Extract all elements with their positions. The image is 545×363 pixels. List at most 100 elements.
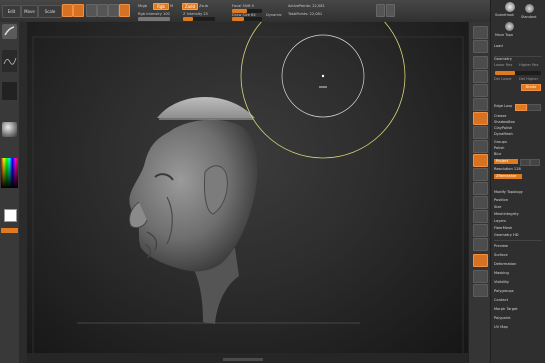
brush-icon[interactable] <box>2 24 17 39</box>
transp-icon[interactable] <box>376 4 385 17</box>
move-mode-icon[interactable] <box>86 4 97 17</box>
tray-item-deformation[interactable]: Deformation <box>494 262 542 267</box>
tray-item-opt-a[interactable] <box>494 182 508 187</box>
frame-icon[interactable] <box>473 168 488 181</box>
tray-item-project[interactable]: Project <box>494 159 518 164</box>
bpr-icon[interactable] <box>473 26 488 39</box>
tray-item-del-lower[interactable]: Del Lower <box>494 77 518 82</box>
tray-item-crease[interactable]: Crease <box>494 114 542 119</box>
tray-item-del-higher[interactable]: Del Higher <box>519 77 541 82</box>
tray-item-dynamesh[interactable]: DynaMesh <box>494 132 542 137</box>
dynamic-label[interactable]: Dynamic <box>266 13 282 17</box>
tray-item-polish[interactable]: Polish <box>494 146 542 151</box>
local-icon[interactable] <box>473 140 488 153</box>
material-icon[interactable] <box>2 122 17 137</box>
tray-item-groups[interactable]: Groups <box>494 140 542 145</box>
tab-edit[interactable]: Edit <box>2 5 21 18</box>
rotate-mode-icon[interactable] <box>108 4 119 17</box>
alpha-icon[interactable] <box>2 82 17 100</box>
xyz-icon[interactable] <box>473 154 488 167</box>
aahalf-icon[interactable] <box>473 98 488 111</box>
tray-item-polygroups[interactable]: Polygroups <box>494 289 542 294</box>
tray-item-uv-map[interactable]: UV Map <box>494 325 542 330</box>
solo-icon[interactable] <box>473 270 488 283</box>
tray-item-modify-topology[interactable]: Modify Topology <box>494 190 542 195</box>
tray-item-preview[interactable]: Preview <box>494 244 542 249</box>
move-topo-brush-icon[interactable] <box>505 22 514 31</box>
bottom-scroll-handle[interactable] <box>223 358 263 361</box>
tray-item-geometry[interactable]: Geometry <box>494 56 542 62</box>
polyf-icon[interactable] <box>473 224 488 237</box>
scale-mode-icon[interactable] <box>97 4 108 17</box>
focal-shift-label: Focal Shift 0 <box>232 4 255 8</box>
main-color-swatch[interactable] <box>4 209 17 222</box>
tray-toggle-b[interactable] <box>527 104 541 111</box>
rotate-icon[interactable] <box>473 210 488 223</box>
tray-item-fibermesh[interactable]: FiberMesh <box>494 226 542 231</box>
ghost-icon[interactable] <box>386 4 395 17</box>
m-label[interactable]: M <box>170 4 173 8</box>
tray-item-morph-target[interactable]: Morph Target <box>494 307 542 312</box>
tray-mini-b[interactable] <box>530 159 540 166</box>
tray-item-meshintegrity[interactable]: MeshIntegrity <box>494 212 542 217</box>
scroll-icon[interactable] <box>473 56 488 69</box>
tray-item-visibility[interactable]: Visibility <box>494 280 542 285</box>
secondary-color-bar[interactable] <box>1 228 18 233</box>
tray-toggle-a[interactable] <box>515 104 527 111</box>
draw-size-slider[interactable] <box>232 17 262 21</box>
tray-item-resolution[interactable]: Resolution 128 <box>494 167 542 172</box>
move-icon[interactable] <box>473 182 488 195</box>
stroke-icon[interactable] <box>2 50 17 72</box>
z-intensity-label: Z Intensity 25 <box>183 12 208 16</box>
divide-button[interactable]: Divide <box>521 84 541 91</box>
tab-scale[interactable]: Scale <box>38 5 62 18</box>
tray-divider <box>494 240 542 241</box>
rgb-intensity-slider[interactable] <box>138 17 170 21</box>
sculpt-mesh <box>128 96 258 324</box>
tray-item-edge-loop[interactable]: Edge Loop <box>494 104 512 109</box>
tray-section-title[interactable]: Load <box>494 44 542 49</box>
mrgb-label[interactable]: Mrgb <box>138 4 147 8</box>
top-toolbar: Edit Move Scale Mrgb Rgb M Rgb Intensity… <box>0 0 545 23</box>
rgb-button[interactable]: Rgb <box>153 3 169 10</box>
tray-item-shadowbox[interactable]: ShadowBox <box>494 120 542 125</box>
tab-move[interactable]: Move <box>21 5 38 18</box>
standard-brush-icon[interactable] <box>525 4 534 13</box>
tray-item-surface[interactable]: Surface <box>494 253 542 258</box>
document-canvas[interactable] <box>27 0 468 359</box>
tray-item-blur[interactable]: Blur <box>494 152 542 157</box>
bottom-bar <box>27 353 468 363</box>
tray-item-geometry-hd[interactable]: Geometry HD <box>494 233 542 238</box>
tray-item-contact[interactable]: Contact <box>494 298 542 303</box>
tray-item-higher-res[interactable]: Higher Res <box>519 63 541 68</box>
snakehook-brush-icon[interactable] <box>505 2 515 12</box>
tray-item-polypaint[interactable]: Polypaint <box>494 316 542 321</box>
edit-mode-icon[interactable] <box>62 4 73 17</box>
persp-icon[interactable] <box>473 112 488 125</box>
ghost-icon[interactable] <box>473 254 488 267</box>
viewport[interactable] <box>27 0 468 359</box>
sculpt-mode-icon[interactable] <box>119 4 130 17</box>
xpose-icon[interactable] <box>473 284 488 297</box>
tray-item-masking[interactable]: Masking <box>494 271 542 276</box>
scale-icon[interactable] <box>473 196 488 209</box>
sdiv-slider[interactable] <box>495 71 541 75</box>
tray-item-zremesher[interactable]: ZRemesher <box>494 174 522 179</box>
brush-name-2: Move Topo <box>495 33 513 37</box>
tray-item-layers[interactable]: Layers <box>494 219 542 224</box>
tray-item-size[interactable]: Size <box>494 205 542 210</box>
color-picker-icon[interactable] <box>1 158 18 188</box>
tray-item-position[interactable]: Position <box>494 198 542 203</box>
zadd-button[interactable]: Zadd <box>182 3 198 10</box>
zsub-label[interactable]: Zsub <box>199 4 208 8</box>
actual-icon[interactable] <box>473 84 488 97</box>
tray-item-claypolish[interactable]: ClayPolish <box>494 126 542 131</box>
z-intensity-slider[interactable] <box>183 17 215 21</box>
floor-icon[interactable] <box>473 126 488 139</box>
tray-item-lower-res[interactable]: Lower Res <box>494 63 518 68</box>
draw-mode-icon[interactable] <box>73 4 84 17</box>
zoom-icon[interactable] <box>473 70 488 83</box>
transp-icon[interactable] <box>473 238 488 251</box>
tray-mini-a[interactable] <box>520 159 530 166</box>
spix-icon[interactable] <box>473 40 488 53</box>
